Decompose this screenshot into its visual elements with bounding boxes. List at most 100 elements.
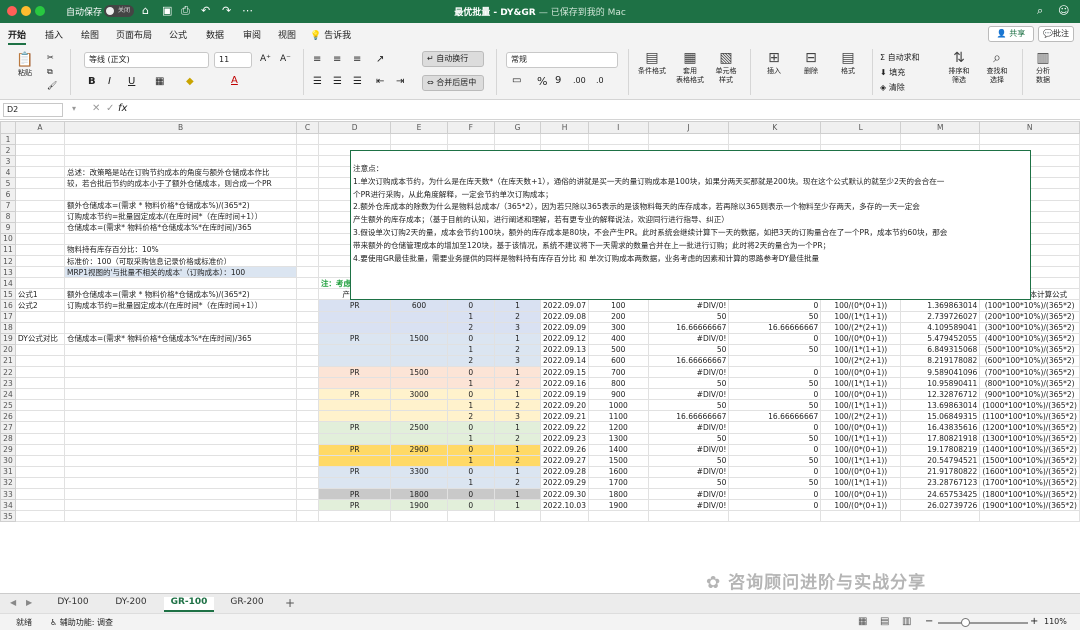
table-cell[interactable]: PR	[317, 421, 392, 434]
cell[interactable]: 额外仓储成本=(需求 * 物料价格*仓储成本%)/(365*2)	[63, 288, 298, 301]
table-cell[interactable]: 100/(2*(2+1))	[820, 321, 902, 334]
format-painter-icon[interactable]: 🖌	[47, 81, 57, 90]
table-cell[interactable]: 2	[446, 321, 495, 334]
row-header[interactable]: 32	[0, 476, 16, 490]
table-cell[interactable]: 100/(1*(1+1))	[820, 377, 902, 390]
cell[interactable]	[390, 132, 448, 146]
cell[interactable]	[14, 432, 65, 445]
cell[interactable]	[14, 410, 65, 423]
table-cell[interactable]: 100/(0*(0+1))	[820, 465, 902, 478]
cell[interactable]	[63, 443, 298, 456]
share-button[interactable]: 👤 共享	[988, 26, 1034, 42]
tab-draw[interactable]: 绘图	[81, 28, 99, 41]
table-cell[interactable]: 2500	[390, 421, 448, 434]
font-size-select[interactable]: 11	[214, 52, 252, 68]
table-cell[interactable]: 20.54794521	[900, 454, 981, 467]
formula-input[interactable]	[135, 103, 1070, 117]
table-cell[interactable]: 2	[493, 454, 542, 467]
table-cell[interactable]: (1300*100*10%)/(365*2)	[979, 432, 1080, 445]
table-cell[interactable]	[317, 377, 392, 390]
table-cell[interactable]: 2	[493, 399, 542, 412]
cell[interactable]	[14, 321, 65, 334]
font-name-select[interactable]: 等线 (正文)	[84, 52, 209, 68]
cell[interactable]	[296, 132, 319, 146]
table-cell[interactable]: #DIV/0!	[647, 421, 730, 434]
table-cell[interactable]: 900	[587, 388, 649, 401]
cell[interactable]	[296, 155, 319, 168]
cell[interactable]	[14, 421, 65, 434]
table-cell[interactable]: 1500	[587, 454, 649, 467]
table-cell[interactable]: 2022.09.23	[540, 432, 589, 445]
table-cell[interactable]: #DIV/0!	[647, 299, 730, 312]
fill-button[interactable]: ⬇ 填充	[880, 67, 905, 78]
row-header[interactable]: 33	[0, 487, 16, 501]
cell[interactable]	[63, 432, 298, 445]
table-cell[interactable]: 1	[446, 310, 495, 323]
cell[interactable]	[296, 232, 319, 245]
table-cell[interactable]: 12.32876712	[900, 388, 981, 401]
tell-me-box[interactable]: 💡 告诉我	[310, 28, 351, 41]
table-cell[interactable]: 1	[446, 399, 495, 412]
column-header[interactable]: D	[317, 121, 392, 134]
table-cell[interactable]: 300	[587, 321, 649, 334]
column-header[interactable]: J	[647, 121, 730, 134]
table-cell[interactable]: 1	[493, 332, 542, 345]
table-cell[interactable]: (300*100*10%)/(365*2)	[979, 321, 1080, 334]
table-cell[interactable]: PR	[317, 365, 392, 379]
table-cell[interactable]	[390, 343, 448, 356]
cell[interactable]: 总述：改策略是站在订购节约成本的角度与额外仓储成本作比	[63, 166, 298, 179]
row-header[interactable]: 3	[0, 155, 16, 168]
cell[interactable]	[296, 365, 319, 379]
table-cell[interactable]: 100/(0*(0+1))	[820, 499, 902, 512]
table-cell[interactable]: 3300	[390, 465, 448, 478]
table-cell[interactable]: 13.69863014	[900, 399, 981, 412]
cell[interactable]: 标准价：100（可取采购信息记录价格或标准价）	[63, 255, 298, 268]
comma-style-icon[interactable]: 9	[555, 75, 561, 86]
table-cell[interactable]: 24.65753425	[900, 487, 981, 501]
table-cell[interactable]	[317, 476, 392, 490]
cell[interactable]	[14, 476, 65, 490]
table-cell[interactable]: 1	[493, 499, 542, 512]
conditional-format-button[interactable]: ▤ 条件格式	[632, 49, 672, 76]
cell[interactable]	[493, 510, 542, 523]
accessibility-status[interactable]: ♿ 辅助功能: 调查	[50, 617, 113, 628]
table-cell[interactable]	[317, 343, 392, 356]
cell[interactable]	[14, 365, 65, 379]
row-header[interactable]: 11	[0, 243, 16, 257]
cell[interactable]	[296, 199, 319, 212]
table-cell[interactable]: 100/(0*(0+1))	[820, 332, 902, 345]
table-cell[interactable]: 19.17808219	[900, 443, 981, 456]
table-cell[interactable]: 2022.09.21	[540, 410, 589, 423]
table-cell[interactable]: 0	[728, 388, 822, 401]
cell[interactable]	[14, 499, 65, 512]
cell[interactable]	[63, 510, 298, 523]
table-cell[interactable]: 50	[728, 454, 822, 467]
table-cell[interactable]: 16.66666667	[647, 410, 730, 423]
cell[interactable]: 较，若合批后节约的成本小于了额外仓储成本，则合成一个PR	[63, 177, 298, 190]
table-cell[interactable]	[317, 432, 392, 445]
table-cell[interactable]: 0	[728, 465, 822, 478]
search-icon[interactable]: ⌕	[1037, 4, 1043, 18]
table-cell[interactable]: 1900	[587, 499, 649, 512]
cell[interactable]	[14, 354, 65, 367]
table-cell[interactable]: 100/(0*(0+1))	[820, 421, 902, 434]
cell[interactable]	[14, 210, 65, 223]
cell[interactable]	[63, 188, 298, 201]
row-header[interactable]: 20	[0, 343, 16, 356]
cell[interactable]	[296, 288, 319, 301]
cell[interactable]	[493, 132, 542, 146]
prev-sheet-icon[interactable]: ◀	[10, 598, 16, 607]
row-header[interactable]: 1	[0, 132, 16, 146]
row-header[interactable]: 30	[0, 454, 16, 467]
table-cell[interactable]: 16.66666667	[647, 321, 730, 334]
table-cell[interactable]: 2	[493, 476, 542, 490]
table-cell[interactable]	[317, 454, 392, 467]
table-cell[interactable]: 1	[493, 465, 542, 478]
borders-icon[interactable]: ▦	[155, 76, 164, 87]
table-cell[interactable]: 4.109589041	[900, 321, 981, 334]
column-header[interactable]: K	[728, 121, 822, 134]
tab-page-layout[interactable]: 页面布局	[116, 28, 152, 41]
column-header[interactable]: C	[296, 121, 319, 134]
table-cell[interactable]: 50	[647, 432, 730, 445]
table-cell[interactable]: 5.479452055	[900, 332, 981, 345]
